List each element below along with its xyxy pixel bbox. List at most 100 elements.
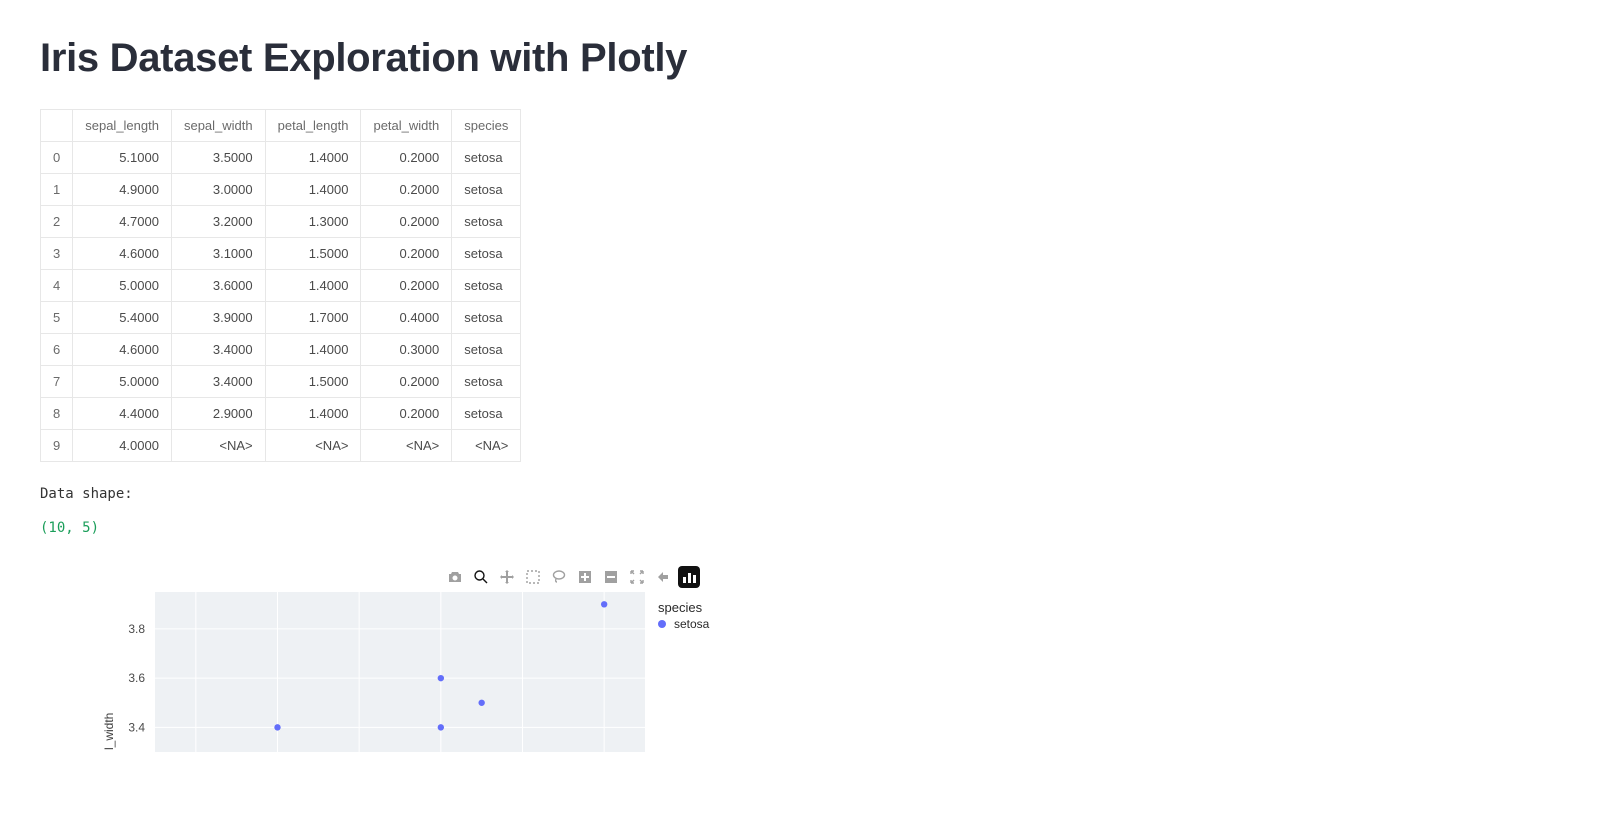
legend-item-label: setosa	[674, 617, 709, 631]
zoom-in-icon[interactable]	[574, 566, 596, 588]
legend-item[interactable]: setosa	[658, 617, 709, 631]
table-cell: setosa	[452, 398, 521, 430]
table-cell: 1.7000	[265, 302, 361, 334]
table-cell: 3.9000	[171, 302, 265, 334]
legend-swatch-icon	[658, 620, 666, 628]
table-cell: 0.2000	[361, 366, 452, 398]
row-index: 9	[41, 430, 73, 462]
row-index: 0	[41, 142, 73, 174]
row-index: 6	[41, 334, 73, 366]
dataframe-corner	[41, 110, 73, 142]
table-cell: 5.1000	[73, 142, 172, 174]
table-cell: 0.2000	[361, 206, 452, 238]
table-cell: setosa	[452, 334, 521, 366]
table-cell: 1.4000	[265, 270, 361, 302]
table-cell: 0.2000	[361, 238, 452, 270]
table-cell: <NA>	[361, 430, 452, 462]
y-axis-label: l_width	[102, 713, 116, 750]
dataframe-table: sepal_lengthsepal_widthpetal_lengthpetal…	[40, 109, 521, 462]
plotly-logo-icon[interactable]	[678, 566, 700, 588]
table-cell: <NA>	[265, 430, 361, 462]
autoscale-icon[interactable]	[626, 566, 648, 588]
table-row: 84.40002.90001.40000.2000setosa	[41, 398, 521, 430]
table-cell: 1.5000	[265, 238, 361, 270]
page-title: Iris Dataset Exploration with Plotly	[40, 36, 1560, 81]
table-cell: 1.4000	[265, 398, 361, 430]
table-cell: 4.6000	[73, 334, 172, 366]
table-row: 64.60003.40001.40000.3000setosa	[41, 334, 521, 366]
plot-modebar	[40, 566, 700, 588]
table-cell: 3.4000	[171, 366, 265, 398]
table-row: 34.60003.10001.50000.2000setosa	[41, 238, 521, 270]
table-cell: 4.6000	[73, 238, 172, 270]
svg-text:3.6: 3.6	[128, 671, 145, 685]
stdout-text: Data shape:	[40, 486, 1560, 502]
table-row: 55.40003.90001.70000.4000setosa	[41, 302, 521, 334]
table-row: 24.70003.20001.30000.2000setosa	[41, 206, 521, 238]
table-cell: 3.5000	[171, 142, 265, 174]
row-index: 8	[41, 398, 73, 430]
table-row: 05.10003.50001.40000.2000setosa	[41, 142, 521, 174]
scatter-chart[interactable]: 3.4 3.6 3.8 l_width species setosa	[40, 592, 740, 792]
table-cell: 5.0000	[73, 366, 172, 398]
table-cell: 0.4000	[361, 302, 452, 334]
table-cell: setosa	[452, 270, 521, 302]
table-cell: setosa	[452, 174, 521, 206]
table-cell: 4.0000	[73, 430, 172, 462]
table-cell: setosa	[452, 238, 521, 270]
table-cell: 4.4000	[73, 398, 172, 430]
table-cell: 1.3000	[265, 206, 361, 238]
table-cell: setosa	[452, 302, 521, 334]
table-cell: 1.4000	[265, 174, 361, 206]
table-row: 94.0000<NA><NA><NA><NA>	[41, 430, 521, 462]
table-cell: 0.2000	[361, 398, 452, 430]
row-index: 4	[41, 270, 73, 302]
legend-title: species	[658, 600, 709, 615]
table-cell: 0.3000	[361, 334, 452, 366]
table-cell: setosa	[452, 206, 521, 238]
table-cell: 3.6000	[171, 270, 265, 302]
row-index: 7	[41, 366, 73, 398]
table-cell: setosa	[452, 366, 521, 398]
table-cell: <NA>	[452, 430, 521, 462]
zoom-out-icon[interactable]	[600, 566, 622, 588]
table-cell: <NA>	[171, 430, 265, 462]
table-cell: 5.0000	[73, 270, 172, 302]
table-cell: 0.2000	[361, 142, 452, 174]
svg-text:3.4: 3.4	[128, 720, 145, 734]
row-index: 5	[41, 302, 73, 334]
row-index: 2	[41, 206, 73, 238]
table-cell: 1.4000	[265, 334, 361, 366]
chart-legend: species setosa	[658, 600, 709, 631]
table-row: 45.00003.60001.40000.2000setosa	[41, 270, 521, 302]
row-index: 1	[41, 174, 73, 206]
tuple-output: (10, 5)	[40, 520, 1560, 536]
column-header: sepal_width	[171, 110, 265, 142]
table-cell: 3.0000	[171, 174, 265, 206]
table-cell: setosa	[452, 142, 521, 174]
table-row: 14.90003.00001.40000.2000setosa	[41, 174, 521, 206]
row-index: 3	[41, 238, 73, 270]
table-cell: 4.9000	[73, 174, 172, 206]
table-cell: 5.4000	[73, 302, 172, 334]
lasso-select-icon[interactable]	[548, 566, 570, 588]
column-header: sepal_length	[73, 110, 172, 142]
table-cell: 1.4000	[265, 142, 361, 174]
column-header: petal_width	[361, 110, 452, 142]
table-cell: 4.7000	[73, 206, 172, 238]
camera-icon[interactable]	[444, 566, 466, 588]
table-cell: 3.4000	[171, 334, 265, 366]
pan-icon[interactable]	[496, 566, 518, 588]
column-header: petal_length	[265, 110, 361, 142]
table-cell: 1.5000	[265, 366, 361, 398]
column-header: species	[452, 110, 521, 142]
reset-axes-icon[interactable]	[652, 566, 674, 588]
box-select-icon[interactable]	[522, 566, 544, 588]
table-cell: 3.2000	[171, 206, 265, 238]
table-cell: 0.2000	[361, 270, 452, 302]
table-row: 75.00003.40001.50000.2000setosa	[41, 366, 521, 398]
table-cell: 2.9000	[171, 398, 265, 430]
zoom-icon[interactable]	[470, 566, 492, 588]
table-cell: 3.1000	[171, 238, 265, 270]
svg-text:3.8: 3.8	[128, 622, 145, 636]
